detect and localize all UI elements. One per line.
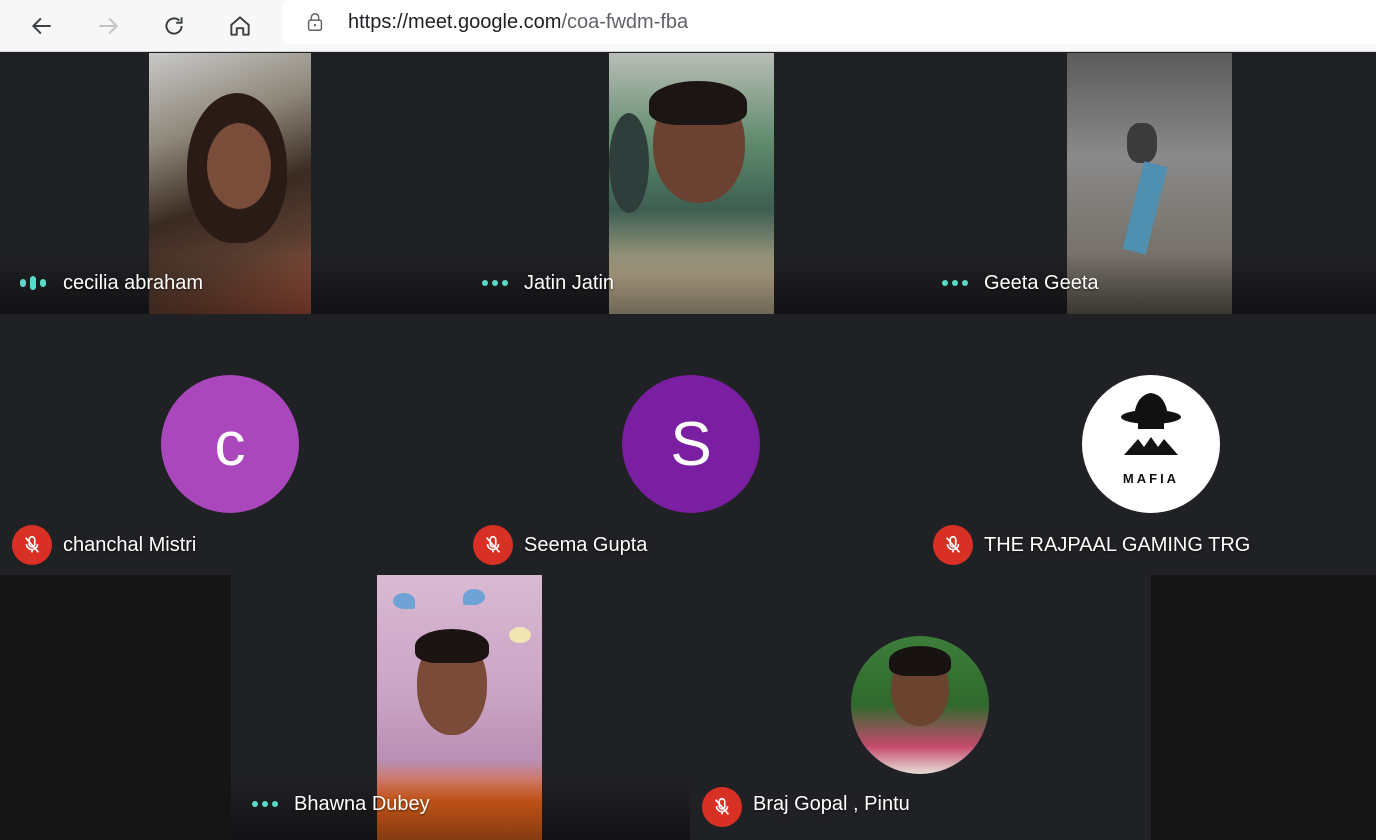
back-button[interactable] [22,6,62,46]
avatar: c [161,375,299,513]
home-icon [230,16,250,36]
back-arrow-icon [31,17,51,35]
url-host: https://meet.google.com [348,11,562,33]
participant-tile-geeta[interactable]: Geeta Geeta [920,53,1376,314]
participant-name: Seema Gupta [524,534,648,556]
forward-arrow-icon [99,17,119,35]
grid-padding-left [0,575,231,840]
mic-off-icon [933,525,973,565]
lock-icon [307,13,323,31]
participant-tile-braj[interactable]: Braj Gopal , Pintu [690,575,1151,840]
grid-padding-right [1151,575,1376,840]
more-options-icon [252,801,278,807]
address-bar[interactable]: https://meet.google.com/coa-fwdm-fba [282,0,1376,44]
browser-toolbar: https://meet.google.com/coa-fwdm-fba [0,0,1376,52]
participant-tile-seema[interactable]: S Seema Gupta [460,314,920,575]
more-options-icon [482,280,508,286]
participant-name: cecilia abraham [63,272,204,294]
participant-tile-rajpaal[interactable]: MAFIA THE RAJPAAL GAMING TRG [920,314,1376,575]
participant-name: Geeta Geeta [984,272,1099,294]
meeting-grid: cecilia abraham Jatin Jatin Geeta Geeta … [0,53,1376,840]
participant-tile-chanchal[interactable]: c chanchal Mistri [0,314,460,575]
participant-name: THE RAJPAAL GAMING TRG [984,534,1251,556]
reload-button[interactable] [154,6,194,46]
participant-tile-cecilia[interactable]: cecilia abraham [0,53,460,314]
participant-tile-jatin[interactable]: Jatin Jatin [460,53,920,314]
participant-name: chanchal Mistri [63,534,197,556]
reload-icon [165,17,183,35]
mic-off-icon [12,525,52,565]
avatar [851,636,989,774]
participant-name: Braj Gopal , Pintu [753,793,910,815]
avatar: MAFIA [1082,375,1220,513]
avatar: S [622,375,760,513]
forward-button[interactable] [88,6,128,46]
participant-name: Bhawna Dubey [294,793,430,815]
home-button[interactable] [220,6,260,46]
more-options-icon [942,280,968,286]
speaking-indicator-icon [20,276,46,290]
participant-tile-bhawna[interactable]: Bhawna Dubey [231,575,690,840]
url-path: /coa-fwdm-fba [561,11,689,33]
participant-name: Jatin Jatin [524,272,615,294]
mic-off-icon [702,787,742,827]
mic-off-icon [473,525,513,565]
mafia-hat-icon [1121,393,1181,455]
avatar-logo-text: MAFIA [1122,471,1180,486]
url-text[interactable]: https://meet.google.com/coa-fwdm-fba [348,11,688,34]
